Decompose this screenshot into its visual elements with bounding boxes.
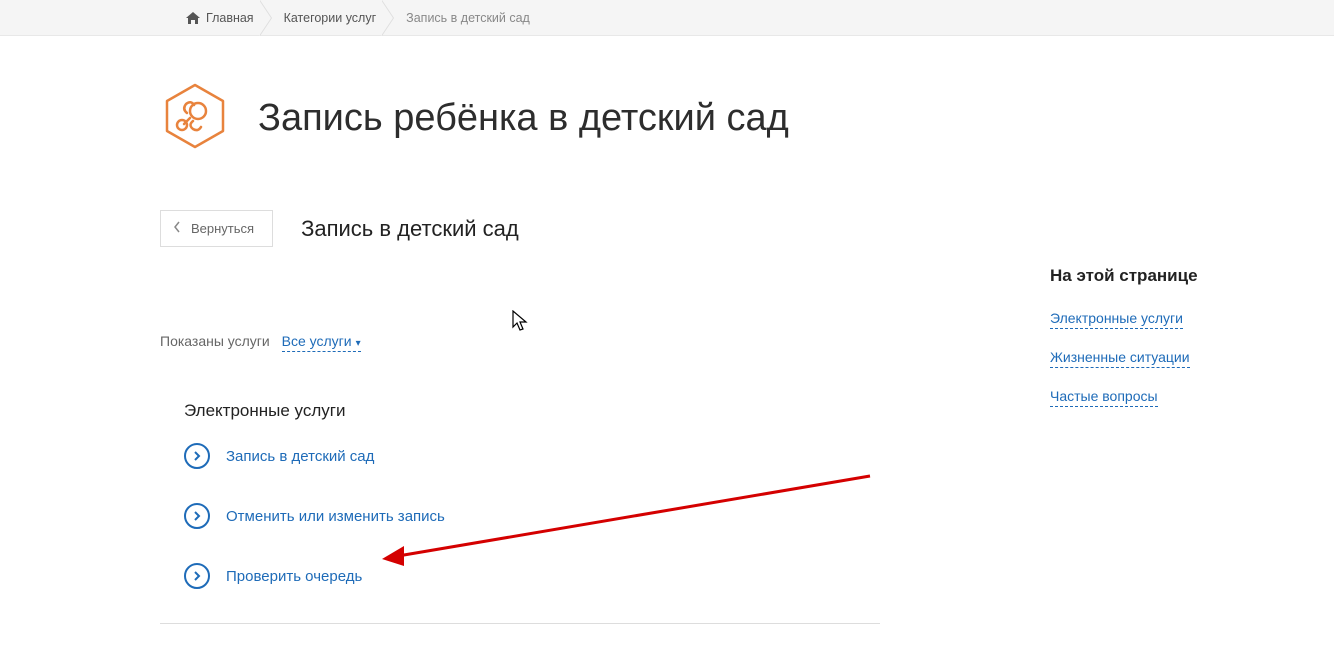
chevron-down-icon: ▾ <box>356 338 361 349</box>
filter-row: Показаны услуги Все услуги ▾ <box>160 333 880 349</box>
breadcrumb-current: Запись в детский сад <box>400 0 540 36</box>
filter-dropdown-label: Все услуги <box>282 333 352 349</box>
sidebar: На этой странице Электронные услуги Жизн… <box>1050 186 1198 624</box>
filter-label: Показаны услуги <box>160 333 270 349</box>
filter-dropdown[interactable]: Все услуги ▾ <box>282 333 361 352</box>
service-item-enroll[interactable]: Запись в детский сад <box>184 443 880 469</box>
breadcrumb-home-label: Главная <box>206 0 254 36</box>
arrow-right-circle-icon <box>184 503 210 529</box>
pacifier-icon <box>160 81 230 156</box>
divider <box>160 623 880 624</box>
arrow-right-circle-icon <box>184 563 210 589</box>
breadcrumb-categories[interactable]: Категории услуг <box>278 0 387 36</box>
breadcrumb-current-label: Запись в детский сад <box>406 0 530 36</box>
service-item-cancel[interactable]: Отменить или изменить запись <box>184 503 880 529</box>
service-list: Запись в детский сад Отменить или измени… <box>160 443 880 589</box>
back-button[interactable]: Вернуться <box>160 210 273 247</box>
chevron-left-icon <box>173 221 181 236</box>
sub-header-row: Вернуться Запись в детский сад <box>160 210 880 247</box>
page-header: Запись ребёнка в детский сад <box>0 36 1334 186</box>
section-title: Электронные услуги <box>160 401 880 421</box>
page-title: Запись ребёнка в детский сад <box>258 97 789 140</box>
sidebar-link-eservices[interactable]: Электронные услуги <box>1050 310 1183 329</box>
breadcrumb-categories-label: Категории услуг <box>284 0 377 36</box>
breadcrumb: Главная Категории услуг Запись в детский… <box>0 0 1334 36</box>
content-wrap: Вернуться Запись в детский сад Показаны … <box>0 186 1334 624</box>
sidebar-link-situations[interactable]: Жизненные ситуации <box>1050 349 1190 368</box>
content-main: Вернуться Запись в детский сад Показаны … <box>160 186 880 624</box>
sub-title: Запись в детский сад <box>301 210 519 242</box>
home-icon <box>186 12 200 24</box>
arrow-right-circle-icon <box>184 443 210 469</box>
back-button-label: Вернуться <box>191 221 254 236</box>
service-item-check-queue[interactable]: Проверить очередь <box>184 563 880 589</box>
sidebar-link-faq[interactable]: Частые вопросы <box>1050 388 1158 407</box>
breadcrumb-home[interactable]: Главная <box>180 0 264 36</box>
service-link-label: Проверить очередь <box>226 568 362 585</box>
service-link-label: Запись в детский сад <box>226 448 374 465</box>
sidebar-title: На этой странице <box>1050 266 1198 286</box>
service-link-label: Отменить или изменить запись <box>226 508 445 525</box>
